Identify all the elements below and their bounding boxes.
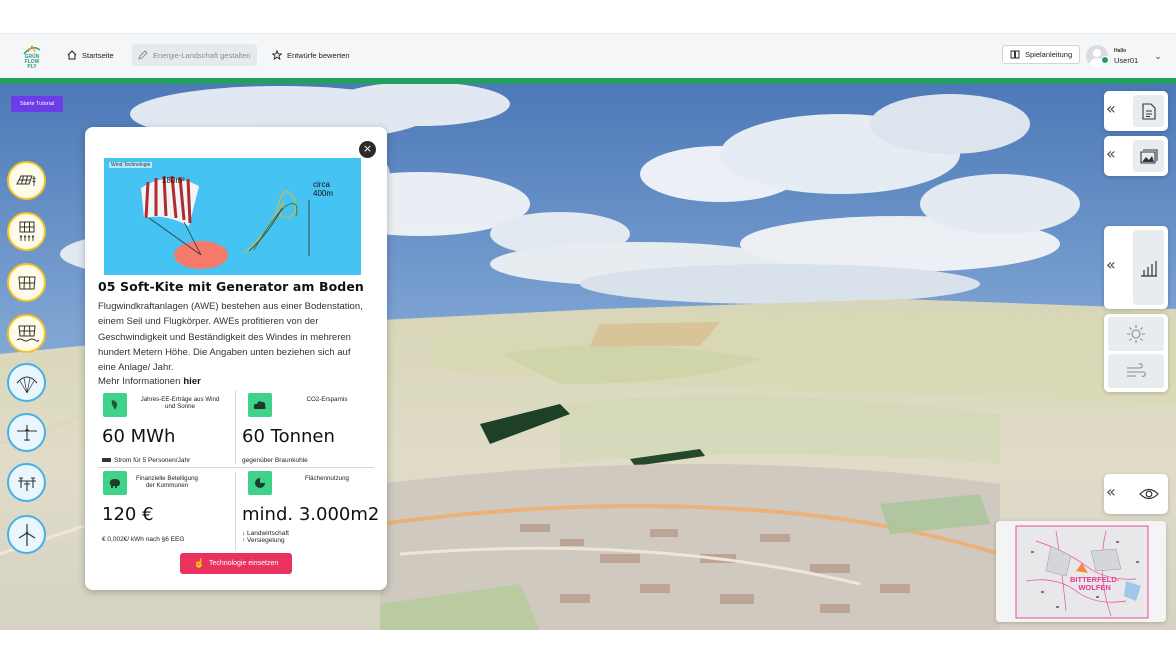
solar-water-icon <box>16 325 39 341</box>
close-button[interactable]: × <box>359 141 376 158</box>
more-info-text: Mehr Informationen <box>98 376 181 387</box>
technology-title: 05 Soft-Kite mit Generator am Boden <box>98 279 364 294</box>
illustration-height-label: circa 400m <box>313 180 334 198</box>
stat-label: Flächennutzung <box>304 475 350 482</box>
tech-drone-button[interactable] <box>7 463 46 502</box>
minimap[interactable]: BITTERFELD- WOLFEN <box>996 521 1166 622</box>
app: GRÜN FLOW PLY Startseite Energie-Landsch… <box>0 0 1176 662</box>
online-status-dot <box>1101 56 1109 64</box>
image-icon[interactable] <box>1133 140 1164 172</box>
drone-icon <box>17 476 36 491</box>
weather-controls <box>1104 314 1168 392</box>
top-navigation: GRÜN FLOW PLY Startseite Energie-Landsch… <box>0 33 1176 78</box>
more-info-link[interactable]: hier <box>183 376 200 387</box>
visibility-panel-toggle[interactable]: « <box>1104 474 1168 514</box>
logo-text: GRÜN FLOW PLY <box>24 54 40 70</box>
technology-description: Flugwindkraftanlagen (AWE) bestehen aus … <box>98 301 363 374</box>
stat-sub: Strom für 5 Personen/Jahr <box>102 457 190 464</box>
stat-value: mind. 3.000m2 <box>242 504 380 525</box>
kite-icon <box>16 375 37 393</box>
wind-icon[interactable] <box>1108 354 1164 388</box>
stat-label: Finanzielle Beteiligung der Kommunen <box>136 475 198 489</box>
tech-wind-turbine-button[interactable] <box>7 515 46 554</box>
nav-entwuerfe-bewerten[interactable]: Entwürfe bewerten <box>266 44 356 66</box>
start-tutorial-button[interactable]: Starte Tutorial <box>11 96 63 112</box>
stat-sub-text: Strom für 5 Personen/Jahr <box>114 457 191 464</box>
chevron-left-icon: « <box>1106 144 1116 163</box>
user-greeting: Hallo <box>1114 48 1127 54</box>
home-icon <box>67 50 77 60</box>
pencil-icon <box>138 50 148 60</box>
piggy-bank-icon <box>103 471 127 495</box>
stat-sub: € 0,002€/ kWh nach §6 EEG <box>102 536 185 543</box>
glider-icon <box>16 424 37 441</box>
stat-sub-line: ↓ Landwirtschaft <box>242 530 289 537</box>
cloud-icon <box>248 393 272 417</box>
chevron-left-icon: « <box>1106 482 1116 501</box>
chevron-left-icon: « <box>1106 99 1116 118</box>
stat-value: 60 Tonnen <box>242 426 335 447</box>
stat-value: 60 MWh <box>102 426 176 447</box>
nav-label: Entwürfe bewerten <box>287 50 350 60</box>
nav-startseite[interactable]: Startseite <box>61 44 120 66</box>
sun-icon[interactable] <box>1108 317 1164 351</box>
pie-icon <box>248 471 272 495</box>
tech-solar-agri-button[interactable] <box>7 161 46 200</box>
stat-sub: ↓ Landwirtschaft ↑ Versiegelung <box>242 530 289 544</box>
tech-kite-button[interactable] <box>7 363 46 402</box>
hand-pointer-icon: ☝ <box>193 558 205 568</box>
solar-panel-icon <box>17 276 36 289</box>
tech-solar-vertical-button[interactable] <box>7 212 46 251</box>
document-icon[interactable] <box>1133 95 1164 127</box>
tech-solar-water-button[interactable] <box>7 314 46 353</box>
chevron-left-icon: « <box>1106 255 1116 274</box>
guide-button[interactable]: Spielanleitung <box>1002 45 1081 64</box>
user-name: User01 <box>1114 56 1139 65</box>
illustration-tag: Wind Technologie <box>109 162 153 168</box>
technology-detail-panel: × Wind Technologie 180m² circa 400m 05 S… <box>85 127 387 590</box>
stat-sub: gegenüber Braunkohle <box>242 457 308 464</box>
more-info: Mehr Informationen hier <box>98 376 201 387</box>
documents-panel-toggle[interactable]: « <box>1104 91 1168 131</box>
stat-label: CO2-Ersparnis <box>306 396 348 403</box>
book-icon <box>1010 50 1020 59</box>
deploy-technology-button[interactable]: ☝ Technologie einsetzen <box>180 553 292 574</box>
stats-divider <box>235 390 236 464</box>
stat-value: 120 € <box>102 504 154 525</box>
minimap-drawing <box>996 521 1166 622</box>
minimap-label-line: WOLFEN <box>1078 583 1111 592</box>
solar-vertical-icon <box>19 221 34 241</box>
chart-icon[interactable] <box>1133 230 1164 305</box>
illustration-area-label: 180m² <box>162 176 185 185</box>
wind-turbine-icon <box>18 523 35 546</box>
stats-divider <box>98 467 374 468</box>
stat-sub-line: ↑ Versiegelung <box>242 537 285 544</box>
solar-agri-icon <box>15 175 36 186</box>
battery-icon <box>102 458 111 463</box>
technology-illustration: Wind Technologie 180m² circa 400m <box>104 158 361 275</box>
minimap-city-label: BITTERFELD- WOLFEN <box>1070 576 1119 592</box>
close-icon: × <box>362 142 373 155</box>
tech-glider-button[interactable] <box>7 413 46 452</box>
energy-icon <box>103 393 127 417</box>
stat-label: Jahres-EE-Erträge aus Wind und Sonne <box>140 396 220 410</box>
images-panel-toggle[interactable]: « <box>1104 136 1168 176</box>
nav-label: Energie-Landschaft gestalten <box>153 50 251 60</box>
star-icon <box>272 50 282 60</box>
nav-label: Startseite <box>82 50 114 60</box>
kite-illustration-drawing <box>141 175 310 269</box>
statistics-panel-toggle[interactable]: « <box>1104 226 1168 309</box>
stats-divider <box>235 472 236 550</box>
guide-label: Spielanleitung <box>1025 50 1073 59</box>
chevron-down-icon: ⌄ <box>1154 50 1162 61</box>
eye-icon[interactable] <box>1133 478 1164 510</box>
deploy-label: Technologie einsetzen <box>208 560 279 567</box>
nav-energie-landschaft[interactable]: Energie-Landschaft gestalten <box>132 44 257 66</box>
tech-solar-panel-button[interactable] <box>7 263 46 302</box>
user-menu[interactable]: Hallo User01 ⌄ <box>1086 42 1162 70</box>
